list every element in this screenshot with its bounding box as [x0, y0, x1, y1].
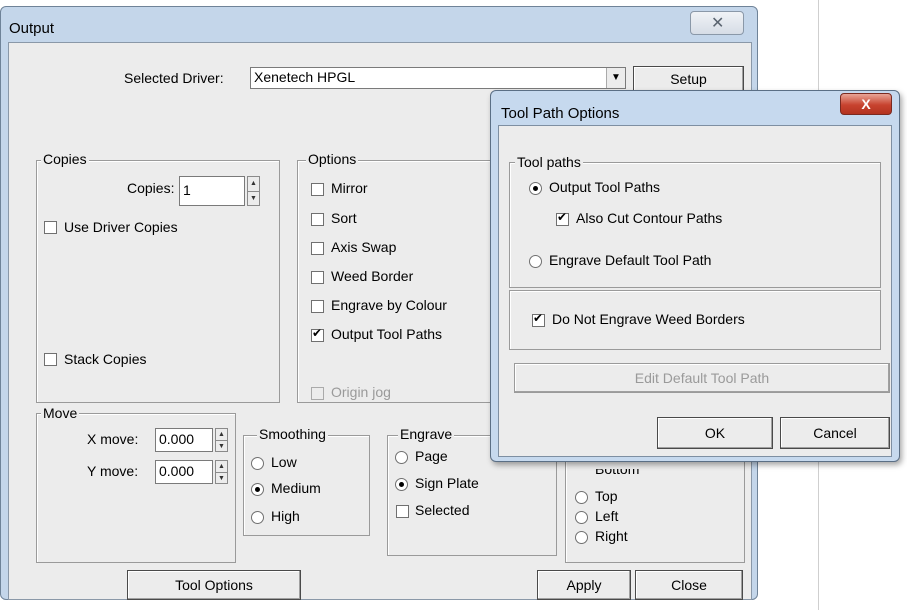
position-right-radio[interactable]: [575, 531, 588, 544]
x-move-spinner[interactable]: ▲ ▼: [215, 428, 228, 452]
spin-up-icon[interactable]: ▲: [248, 177, 259, 192]
axis-swap-label: Axis Swap: [331, 239, 397, 255]
smoothing-low-radio[interactable]: [251, 457, 264, 470]
copies-input[interactable]: 1: [179, 176, 245, 206]
smoothing-medium-label: Medium: [271, 480, 321, 496]
smoothing-high-label: High: [271, 508, 300, 524]
origin-jog-label: Origin jog: [331, 384, 391, 400]
ok-button[interactable]: OK: [657, 417, 773, 449]
also-cut-contour-checkbox[interactable]: [556, 210, 569, 226]
use-driver-copies-label: Use Driver Copies: [64, 219, 178, 235]
smoothing-group-label: Smoothing: [257, 426, 328, 442]
close-icon: X: [861, 96, 871, 112]
axis-swap-checkbox[interactable]: [311, 242, 324, 255]
close-icon: ✕: [711, 15, 725, 32]
position-group: [565, 453, 745, 563]
engrave-page-label: Page: [415, 448, 448, 464]
engrave-selected-checkbox[interactable]: [396, 505, 409, 518]
setup-button[interactable]: Setup: [633, 66, 744, 92]
mirror-checkbox[interactable]: [311, 183, 324, 196]
x-move-input[interactable]: 0.000: [155, 428, 213, 452]
y-move-input[interactable]: 0.000: [155, 460, 213, 484]
edit-default-tool-path-button[interactable]: Edit Default Tool Path: [514, 363, 890, 393]
move-group-label: Move: [41, 405, 80, 421]
output-tool-paths-checkbox[interactable]: [311, 326, 324, 342]
y-move-label: Y move:: [87, 463, 139, 479]
also-cut-contour-label: Also Cut Contour Paths: [576, 210, 723, 226]
copies-spinner[interactable]: ▲ ▼: [247, 176, 260, 206]
close-button[interactable]: Close: [635, 570, 743, 600]
position-top-label: Top: [595, 488, 618, 504]
engrave-sign-plate-label: Sign Plate: [415, 475, 479, 491]
window-close-button[interactable]: ✕: [690, 11, 744, 35]
selected-driver-label: Selected Driver:: [124, 70, 224, 86]
stack-copies-label: Stack Copies: [64, 351, 147, 367]
apply-button[interactable]: Apply: [537, 570, 631, 600]
engrave-group-label: Engrave: [398, 426, 455, 442]
spin-up-icon[interactable]: ▲: [216, 461, 227, 473]
position-right-label: Right: [595, 528, 628, 544]
engrave-selected-label: Selected: [415, 502, 470, 518]
spin-up-icon[interactable]: ▲: [216, 429, 227, 441]
window-title: Output: [9, 20, 55, 37]
origin-jog-checkbox[interactable]: [311, 387, 324, 400]
spin-down-icon[interactable]: ▼: [248, 192, 259, 206]
spin-down-icon[interactable]: ▼: [216, 473, 227, 484]
copies-group-label: Copies: [41, 151, 89, 167]
smoothing-medium-radio[interactable]: [251, 483, 264, 496]
copies-label: Copies:: [127, 180, 175, 196]
dialog-title: Tool Path Options: [501, 105, 620, 122]
chevron-down-icon[interactable]: ▼: [606, 68, 625, 88]
stack-copies-checkbox[interactable]: [44, 353, 57, 366]
engrave-sign-plate-radio[interactable]: [395, 478, 408, 491]
x-move-label: X move:: [87, 431, 139, 447]
sort-checkbox[interactable]: [311, 213, 324, 226]
smoothing-high-radio[interactable]: [251, 511, 264, 524]
engrave-default-label: Engrave Default Tool Path: [549, 252, 712, 268]
position-left-radio[interactable]: [575, 511, 588, 524]
do-not-engrave-weed-label: Do Not Engrave Weed Borders: [552, 311, 745, 327]
selected-driver-combo[interactable]: Xenetech HPGL ▼: [250, 67, 626, 89]
options-group-label: Options: [306, 151, 359, 167]
smoothing-low-label: Low: [271, 454, 297, 470]
dialog-client-area: Tool paths Output Tool Paths Also Cut Co…: [498, 125, 892, 457]
cancel-button[interactable]: Cancel: [780, 417, 890, 449]
engrave-default-radio[interactable]: [529, 255, 542, 268]
mirror-label: Mirror: [331, 180, 368, 196]
position-top-radio[interactable]: [575, 491, 588, 504]
use-driver-copies-checkbox[interactable]: [44, 221, 57, 234]
tool-paths-group-label: Tool paths: [515, 154, 583, 170]
engrave-by-colour-checkbox[interactable]: [311, 300, 324, 313]
engrave-page-radio[interactable]: [395, 451, 408, 464]
output-tool-paths-label: Output Tool Paths: [331, 326, 443, 342]
tool-path-options-dialog: Tool Path Options X Tool paths Output To…: [490, 90, 900, 462]
weed-border-checkbox[interactable]: [311, 271, 324, 284]
output-tool-paths-radio-label: Output Tool Paths: [549, 179, 661, 195]
tool-options-button[interactable]: Tool Options: [127, 570, 301, 600]
sort-label: Sort: [331, 210, 357, 226]
selected-driver-value: Xenetech HPGL: [254, 69, 356, 85]
do-not-engrave-weed-checkbox[interactable]: [532, 311, 545, 327]
spin-down-icon[interactable]: ▼: [216, 441, 227, 452]
engrave-by-colour-label: Engrave by Colour: [331, 297, 447, 313]
position-left-label: Left: [595, 508, 619, 524]
dialog-close-button[interactable]: X: [840, 93, 892, 115]
y-move-spinner[interactable]: ▲ ▼: [215, 460, 228, 484]
weed-border-label: Weed Border: [331, 268, 414, 284]
output-tool-paths-radio[interactable]: [529, 182, 542, 195]
